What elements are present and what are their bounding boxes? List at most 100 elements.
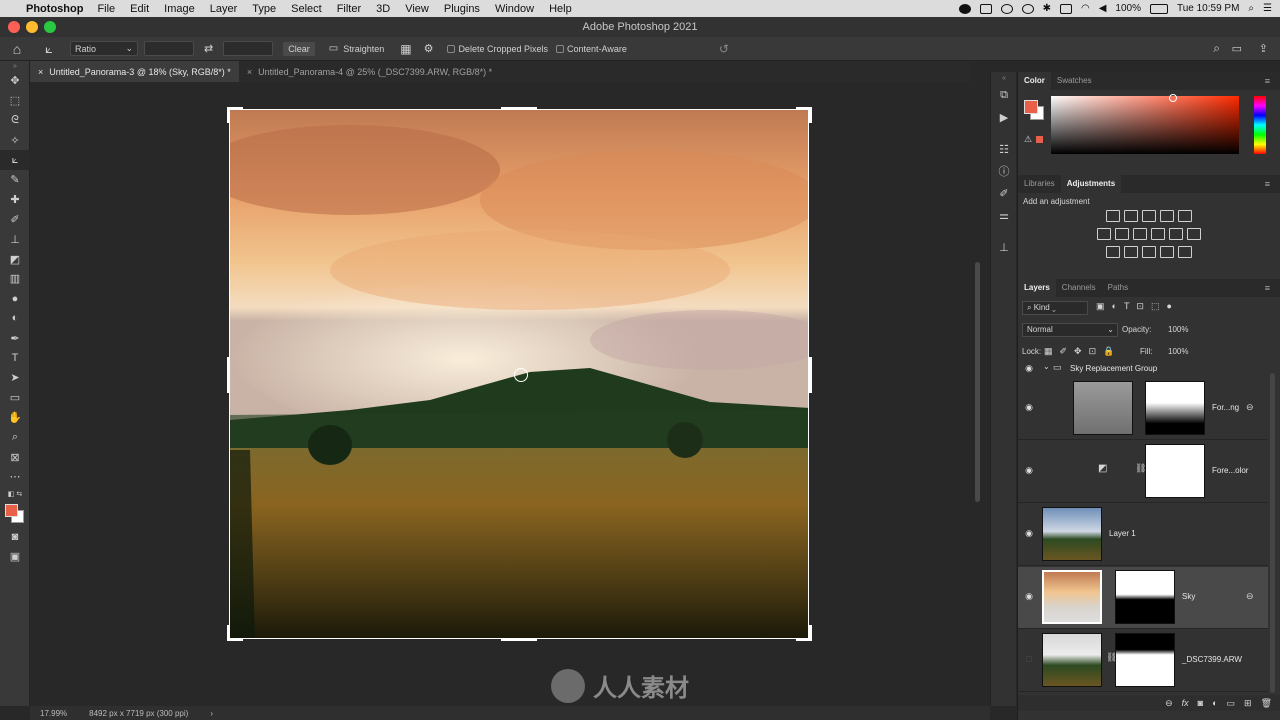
settings-gear-icon[interactable]: ⚙	[424, 42, 434, 55]
layer-mask-thumbnail[interactable]	[1115, 633, 1175, 687]
collapse-panels-icon[interactable]: «	[991, 72, 1017, 84]
menubar-clock[interactable]: Tue 10:59 PM	[1177, 3, 1239, 14]
content-aware-checkbox[interactable]: Content-Aware	[556, 44, 627, 54]
path-selection-tool-icon[interactable]: ➤	[0, 368, 30, 388]
visibility-eye-icon[interactable]: ◉	[1023, 465, 1035, 476]
layer-row-layer-1[interactable]: ◉ Layer 1	[1018, 504, 1268, 566]
clone-source-icon[interactable]: ⊥	[991, 236, 1017, 258]
levels-icon[interactable]	[1124, 210, 1138, 222]
crop-handle-top-left[interactable]	[227, 107, 230, 123]
foreground-color-swatch[interactable]	[5, 503, 18, 517]
search-icon[interactable]: ⌕	[1213, 41, 1220, 56]
gradient-map-icon[interactable]	[1178, 246, 1192, 258]
ratio-height-input[interactable]	[223, 41, 274, 56]
zoom-tool-icon[interactable]: ⌕	[0, 427, 30, 447]
blend-mode-dropdown[interactable]: Normal ⌄	[1022, 323, 1118, 337]
eraser-tool-icon[interactable]: ◩	[0, 249, 30, 269]
blur-tool-icon[interactable]: ●	[0, 289, 30, 309]
wifi-icon[interactable]: ◠	[1081, 3, 1090, 14]
menu-select[interactable]: Select	[291, 3, 322, 15]
close-tab-icon[interactable]: ×	[247, 67, 252, 77]
battery-icon[interactable]	[1149, 3, 1168, 14]
crop-handle-left[interactable]	[227, 357, 230, 393]
color-balance-icon[interactable]	[1115, 228, 1129, 240]
hand-tool-icon[interactable]: ✋	[0, 408, 30, 428]
tab-panorama-3[interactable]: × Untitled_Panorama-3 @ 18% (Sky, RGB/8*…	[30, 61, 239, 82]
crop-handle-top-right[interactable]	[809, 107, 812, 123]
visibility-eye-icon[interactable]: ◉	[1023, 528, 1035, 539]
canvas-area[interactable]: 人人素材	[31, 82, 980, 715]
link-icon[interactable]: ⊖	[1246, 402, 1254, 413]
layer-row-sky[interactable]: ◉ Sky ⊖	[1018, 567, 1268, 629]
menu-edit[interactable]: Edit	[130, 3, 149, 15]
control-center-icon[interactable]: ☰	[1263, 3, 1272, 14]
canvas-vertical-scrollbar[interactable]	[975, 262, 980, 502]
screen-mode-icon[interactable]: ▣	[0, 547, 30, 567]
artboard-tool-icon[interactable]: ⊠	[0, 447, 30, 467]
home-icon[interactable]: ⌂	[0, 41, 34, 57]
layers-scrollbar[interactable]	[1270, 373, 1275, 693]
menu-window[interactable]: Window	[495, 3, 534, 15]
panel-menu-icon[interactable]: ≡	[1259, 175, 1276, 193]
reset-icon[interactable]: ↺	[719, 42, 729, 56]
hue-slider[interactable]	[1254, 96, 1266, 154]
brightness-contrast-icon[interactable]	[1106, 210, 1120, 222]
minimize-window-button[interactable]	[26, 21, 38, 33]
layer-filter-icons[interactable]: ▣◐T⊡⬚●	[1096, 301, 1179, 312]
hue-saturation-icon[interactable]	[1097, 228, 1111, 240]
share-icon[interactable]: ⇪	[1259, 42, 1268, 55]
curves-icon[interactable]	[1142, 210, 1156, 222]
zoom-level[interactable]: 17.99%	[40, 709, 67, 718]
invert-icon[interactable]	[1106, 246, 1120, 258]
volume-icon[interactable]: ◀	[1099, 3, 1107, 14]
menu-layer[interactable]: Layer	[210, 3, 238, 15]
layer-style-icon[interactable]: fx	[1182, 698, 1189, 708]
menu-file[interactable]: File	[97, 3, 115, 15]
ratio-dropdown[interactable]: Ratio ⌄	[70, 41, 138, 56]
info-icon[interactable]: ⓘ	[991, 160, 1017, 182]
type-tool-icon[interactable]: T	[0, 348, 30, 368]
straighten-icon[interactable]: ▭	[329, 43, 338, 54]
selective-color-icon[interactable]	[1160, 246, 1174, 258]
link-layers-icon[interactable]: ⊖	[1165, 698, 1173, 709]
clear-button[interactable]: Clear	[283, 41, 315, 56]
brush-settings-icon[interactable]: ✐	[991, 182, 1017, 204]
layer-row-dsc7399[interactable]: □ ⛓ _DSC7399.ARW	[1018, 630, 1268, 692]
add-mask-icon[interactable]: ◙	[1198, 698, 1203, 708]
collapse-toolbar-icon[interactable]: »	[0, 61, 30, 71]
marquee-tool-icon[interactable]: ⬚	[0, 91, 30, 111]
menu-filter[interactable]: Filter	[337, 3, 361, 15]
crop-handle-right[interactable]	[809, 357, 812, 393]
delete-layer-icon[interactable]: 🗑	[1261, 698, 1272, 709]
layer-row-foreground-lighting[interactable]: ◉ For...ng ⊖	[1018, 378, 1268, 440]
time-machine-icon[interactable]	[1021, 3, 1034, 14]
layer-row-foreground-color[interactable]: ◉ ◩ ⛓ Fore...olor	[1018, 441, 1268, 503]
status-expand-icon[interactable]: ›	[210, 709, 213, 718]
tab-color[interactable]: Color	[1018, 72, 1051, 90]
eyedropper-tool-icon[interactable]: ✎	[0, 170, 30, 190]
layer-group-row[interactable]: ◉ ⌄ ▭ Sky Replacement Group	[1018, 359, 1268, 377]
straighten-button[interactable]: Straighten	[343, 44, 384, 54]
photo-filter-icon[interactable]	[1151, 228, 1165, 240]
healing-brush-tool-icon[interactable]: ✚	[0, 190, 30, 210]
document-info[interactable]: 8492 px x 7719 px (300 ppi)	[89, 709, 188, 718]
menu-plugins[interactable]: Plugins	[444, 3, 480, 15]
lasso-tool-icon[interactable]: ᘓ	[0, 111, 30, 131]
chevron-down-icon[interactable]: ⌄	[1043, 362, 1050, 371]
close-tab-icon[interactable]: ×	[38, 67, 43, 77]
default-colors-icon[interactable]: ◧ ⇆	[0, 487, 30, 501]
panel-menu-icon[interactable]: ≡	[1259, 72, 1276, 90]
adjustment-sliders-icon[interactable]: ⚌	[991, 204, 1017, 226]
app-menu[interactable]: Photoshop	[26, 3, 83, 15]
visibility-eye-icon[interactable]: ◉	[1023, 402, 1035, 413]
crop-tool-icon[interactable]: ⟀	[0, 150, 30, 170]
layer-mask-thumbnail[interactable]	[1145, 381, 1205, 435]
record-icon[interactable]	[958, 3, 971, 14]
gradient-tool-icon[interactable]: ▥	[0, 269, 30, 289]
overlay-grid-icon[interactable]: ▦	[400, 42, 411, 56]
properties-icon[interactable]: ☷	[991, 138, 1017, 160]
new-layer-icon[interactable]: ⊞	[1244, 698, 1252, 709]
tab-swatches[interactable]: Swatches	[1051, 72, 1098, 90]
posterize-icon[interactable]	[1124, 246, 1138, 258]
menu-help[interactable]: Help	[549, 3, 572, 15]
